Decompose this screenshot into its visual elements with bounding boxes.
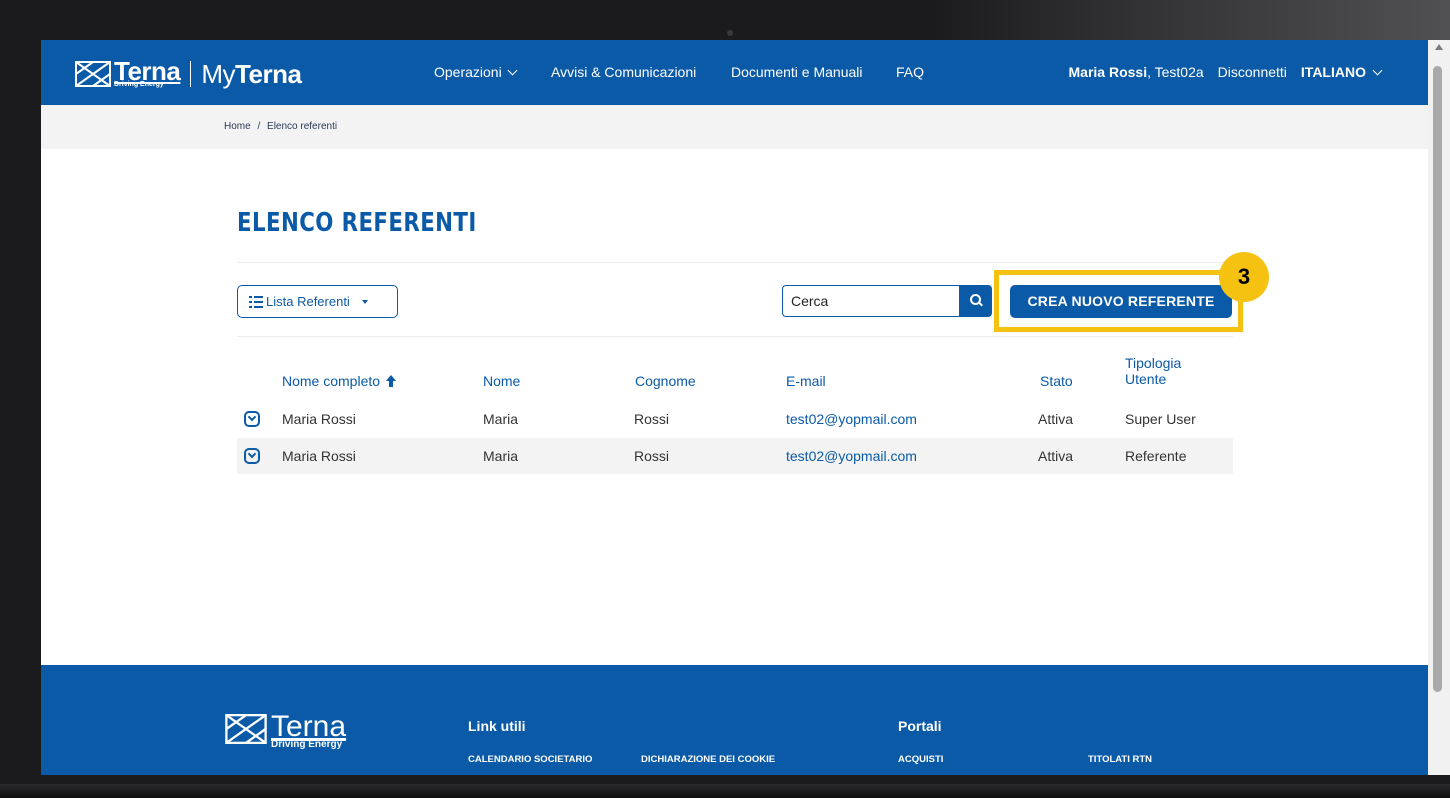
language-label: ITALIANO (1300, 64, 1366, 80)
breadcrumb-current: Elenco referenti (267, 121, 338, 132)
cell-email[interactable]: test02@yopmail.com (786, 401, 917, 437)
scroll-up-arrow-icon[interactable] (1435, 44, 1443, 50)
breadcrumb-home[interactable]: Home (224, 121, 251, 132)
footer-section-title: Portali (898, 718, 942, 734)
view-dropdown[interactable]: Lista Referenti (237, 285, 398, 318)
footer-logo[interactable]: Terna Driving Energy (224, 710, 347, 750)
column-header-status[interactable]: Stato (1040, 373, 1073, 389)
column-header-user-type-line2: Utente (1125, 371, 1167, 387)
table-row[interactable]: Maria Rossi Maria Rossi test02@yopmail.c… (237, 401, 1233, 437)
page-footer: Terna Driving Energy Link utili CALENDAR… (41, 665, 1428, 775)
user-name: Maria Rossi (1068, 64, 1148, 80)
column-header-full-name[interactable]: Nome completo (282, 373, 397, 389)
search-button[interactable] (959, 285, 992, 317)
column-header-email[interactable]: E-mail (786, 373, 826, 389)
breadcrumb: Home / Elenco referenti (224, 105, 337, 149)
breadcrumb-bar: Home / Elenco referenti (41, 105, 1428, 149)
user-area: Maria Rossi, Test02a Disconnetti ITALIAN… (1069, 40, 1383, 105)
cell-first-name: Maria (483, 448, 519, 464)
cell-last-name: Rossi (634, 411, 670, 427)
column-header-full-name-label: Nome completo (282, 373, 381, 389)
brand-divider (190, 61, 192, 87)
table-row[interactable]: Maria Rossi Maria Rossi test02@yopmail.c… (237, 438, 1233, 474)
divider (237, 262, 1233, 263)
nav-documenti-label: Documenti e Manuali (731, 64, 863, 80)
column-header-last-name[interactable]: Cognome (635, 373, 696, 389)
nav-documenti[interactable]: Documenti e Manuali (731, 40, 863, 105)
cell-full-name: Maria Rossi (282, 448, 356, 464)
column-header-first-name[interactable]: Nome (483, 373, 520, 389)
cell-status: Attiva (1038, 448, 1074, 464)
cell-user-type: Referente (1125, 448, 1187, 464)
divider (237, 336, 1233, 337)
cell-user-type: Super User (1125, 411, 1196, 427)
expand-row-icon[interactable] (244, 411, 260, 427)
laptop-bezel-left (0, 40, 41, 775)
nav-faq-label: FAQ (896, 64, 925, 80)
scrollbar-thumb[interactable] (1433, 66, 1442, 692)
caret-down-icon (361, 299, 368, 304)
sort-up-icon (386, 375, 397, 387)
portal-prefix: My (201, 58, 236, 89)
nav-operazioni[interactable]: Operazioni (434, 40, 518, 105)
footer-link-calendario[interactable]: CALENDARIO SOCIETARIO (468, 754, 592, 765)
create-new-contact-button[interactable]: CREA NUOVO REFERENTE (1010, 285, 1232, 318)
page-title: ELENCO REFERENTI (237, 208, 477, 238)
user-account-id: , Test02a (1147, 64, 1204, 80)
portal-name: MyTerna (201, 58, 302, 90)
terna-logo-icon (225, 714, 267, 744)
chevron-down-icon (1372, 65, 1383, 76)
search-input[interactable] (782, 285, 960, 317)
myterna-logo[interactable]: Terna Driving Energy MyTerna (75, 55, 302, 90)
nav-avvisi[interactable]: Avvisi & Comunicazioni (551, 40, 696, 105)
footer-link-acquisti[interactable]: ACQUISTI (898, 754, 943, 765)
footer-brand-tagline: Driving Energy (271, 739, 343, 750)
footer-link-titolati-rtn[interactable]: TITOLATI RTN (1088, 754, 1152, 765)
laptop-bezel-top (0, 0, 1450, 40)
nav-operazioni-label: Operazioni (434, 64, 502, 80)
footer-wordmark: Terna Driving Energy (271, 710, 347, 750)
language-selector[interactable]: ITALIANO (1300, 40, 1383, 105)
cell-status: Attiva (1038, 411, 1074, 427)
nav-avvisi-label: Avvisi & Comunicazioni (551, 64, 697, 80)
user-account[interactable]: Maria Rossi, Test02a (1069, 40, 1204, 105)
breadcrumb-separator: / (257, 121, 261, 132)
step-number-badge: 3 (1219, 252, 1269, 302)
nav-faq[interactable]: FAQ (896, 40, 924, 105)
brand-wordmark: Terna Driving Energy (114, 55, 181, 89)
footer-section-title: Link utili (468, 718, 526, 734)
laptop-bezel-bottom (0, 774, 1450, 798)
brand-name: Terna (114, 55, 181, 86)
page-scrollbar[interactable] (1428, 40, 1450, 775)
cell-full-name: Maria Rossi (282, 411, 356, 427)
camera-dot (727, 30, 733, 36)
cell-last-name: Rossi (634, 448, 670, 464)
footer-brand-name: Terna (271, 710, 347, 743)
footer-link-cookie[interactable]: DICHIARAZIONE DEI COOKIE (641, 754, 775, 765)
terna-logo-icon (75, 61, 111, 87)
cell-email[interactable]: test02@yopmail.com (786, 438, 917, 474)
expand-row-icon[interactable] (244, 448, 260, 464)
view-dropdown-label: Lista Referenti (266, 294, 350, 309)
column-header-user-type-line1: Tipologia (1125, 355, 1182, 371)
column-header-user-type[interactable]: Tipologia Utente (1125, 355, 1181, 387)
logout-link[interactable]: Disconnetti (1218, 40, 1287, 105)
top-navbar: Terna Driving Energy MyTerna Operazioni … (41, 40, 1428, 105)
cell-first-name: Maria (483, 411, 519, 427)
list-icon (249, 295, 263, 308)
portal-suffix: Terna (235, 58, 302, 89)
chevron-down-icon (507, 65, 518, 76)
